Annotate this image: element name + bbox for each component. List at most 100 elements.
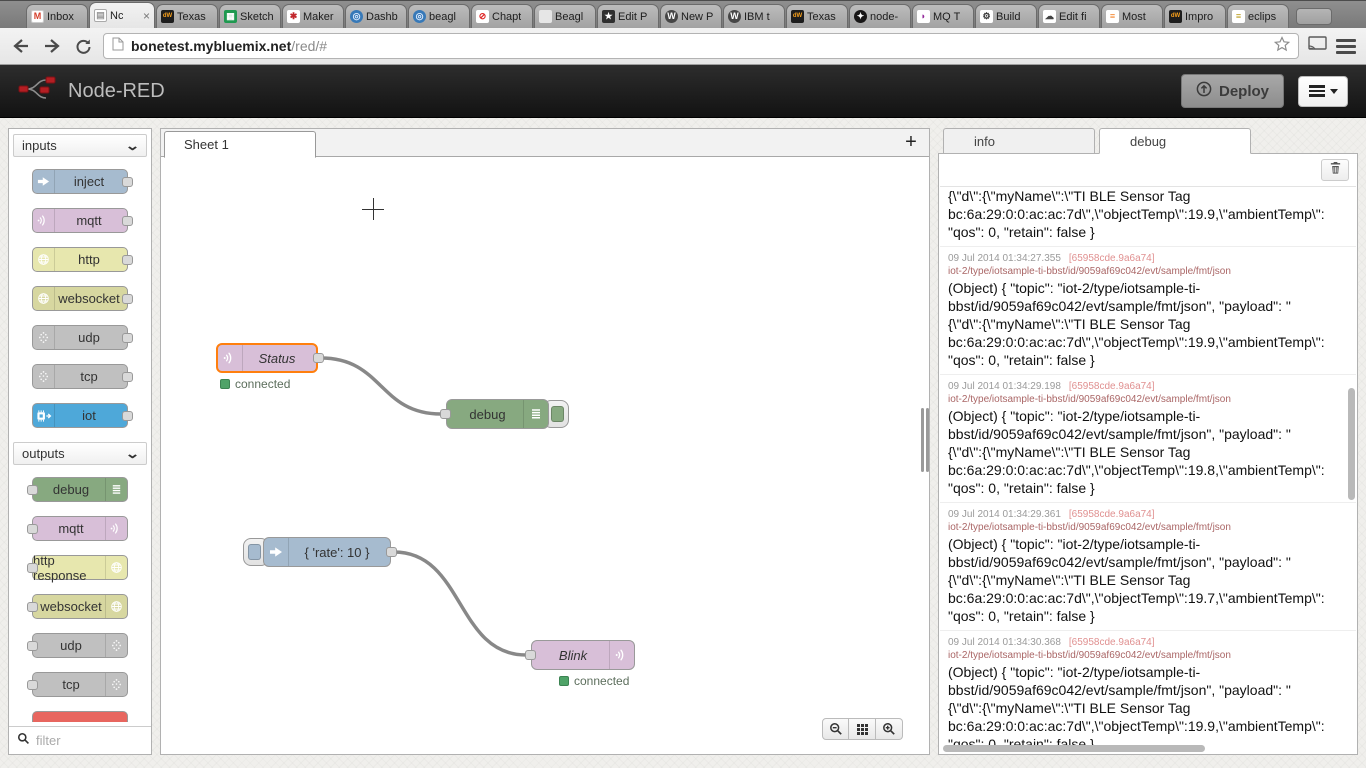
node-label: Status bbox=[259, 351, 296, 366]
sidebar-resize-handle[interactable] bbox=[921, 408, 930, 472]
message-node-id: [65958cde.9a6a74] bbox=[1069, 637, 1155, 648]
browser-tab-most[interactable]: ≡Most bbox=[1101, 4, 1163, 28]
sidebar: infodebug 09 Jul 2014 01:34:26.001[65958… bbox=[938, 128, 1358, 755]
input-port bbox=[27, 485, 38, 495]
browser-tab-build[interactable]: ⚙Build bbox=[975, 4, 1037, 28]
output-port[interactable] bbox=[313, 353, 324, 363]
palette-node-http-response[interactable]: http response bbox=[32, 555, 128, 580]
palette-node-udp[interactable]: udp bbox=[32, 633, 128, 658]
palette-node-websocket[interactable]: websocket bbox=[32, 594, 128, 619]
browser-tab-edit-fi[interactable]: ☁Edit fi bbox=[1038, 4, 1100, 28]
bookmark-star-icon[interactable] bbox=[1274, 36, 1290, 57]
browser-tab-impro[interactable]: dWImpro bbox=[1164, 4, 1226, 28]
new-tab-button[interactable] bbox=[1296, 8, 1332, 25]
tab-title: eclips bbox=[1248, 11, 1276, 23]
palette-section-label: inputs bbox=[22, 138, 57, 153]
browser-tab-texas[interactable]: dWTexas bbox=[156, 4, 218, 28]
palette-node-http[interactable]: http bbox=[32, 247, 128, 272]
palette-node-tcp[interactable]: tcp bbox=[32, 672, 128, 697]
url-domain: bonetest.mybluemix.net bbox=[131, 38, 291, 54]
palette-node-tcp[interactable]: tcp bbox=[32, 364, 128, 389]
browser-tab-eclips[interactable]: ≡eclips bbox=[1227, 4, 1289, 28]
sheets-icon: ▦ bbox=[224, 10, 237, 23]
browser-tab-ibm-t[interactable]: WIBM t bbox=[723, 4, 785, 28]
palette-node-websocket[interactable]: websocket bbox=[32, 286, 128, 311]
message-body: (Object) { "topic": "iot-2/type/iotsampl… bbox=[948, 279, 1348, 369]
tab-close-button[interactable]: × bbox=[143, 10, 150, 22]
flow-node-blink[interactable]: Blink connected bbox=[531, 640, 635, 670]
input-port[interactable] bbox=[440, 409, 451, 419]
dots-icon bbox=[105, 673, 127, 696]
browser-tab-beagl[interactable]: Beagl bbox=[534, 4, 596, 28]
palette-filter-input[interactable] bbox=[36, 733, 136, 748]
add-sheet-button[interactable]: + bbox=[899, 130, 923, 154]
flow-node-inject[interactable]: { 'rate': 10 } bbox=[263, 537, 391, 567]
palette-section-inputs[interactable]: inputs⌄ bbox=[13, 134, 147, 157]
dw-icon: dW bbox=[791, 10, 804, 23]
palette-node-label: debug bbox=[53, 482, 89, 497]
sidebar-tab-debug[interactable]: debug bbox=[1099, 128, 1251, 154]
browser-tab-nc[interactable]: ▤Nc× bbox=[89, 2, 155, 28]
tab-title: node- bbox=[870, 11, 898, 23]
browser-tab-new-p[interactable]: WNew P bbox=[660, 4, 722, 28]
back-button[interactable] bbox=[10, 35, 32, 57]
zoom-out-button[interactable] bbox=[822, 718, 849, 740]
sheet-tab-bar: Sheet 1 + bbox=[161, 129, 929, 157]
clear-debug-button[interactable] bbox=[1321, 159, 1349, 181]
palette-node-udp[interactable]: udp bbox=[32, 325, 128, 350]
browser-tab-beagl[interactable]: ◎beagl bbox=[408, 4, 470, 28]
flow-node-status[interactable]: Status connected bbox=[216, 343, 318, 373]
debug-message: 09 Jul 2014 01:34:29.361[65958cde.9a6a74… bbox=[940, 503, 1356, 631]
vertical-scrollbar[interactable] bbox=[1348, 388, 1355, 500]
palette-node-iot[interactable]: iot bbox=[32, 403, 128, 428]
trash-icon bbox=[1329, 161, 1342, 180]
canvas-area[interactable]: Status connected debug bbox=[161, 157, 929, 754]
input-port[interactable] bbox=[525, 650, 536, 660]
nodered-menu-button[interactable] bbox=[1298, 76, 1348, 107]
deploy-button[interactable]: Deploy bbox=[1181, 74, 1284, 108]
debug-message: 09 Jul 2014 01:34:29.198[65958cde.9a6a74… bbox=[940, 375, 1356, 503]
browser-tab-chapt[interactable]: ⊘Chapt bbox=[471, 4, 533, 28]
palette-node-mqtt[interactable]: mqtt bbox=[32, 208, 128, 233]
wordpress-icon: W bbox=[728, 10, 741, 23]
cloud-icon: ☁ bbox=[1043, 10, 1056, 23]
palette-node-mqtt[interactable]: mqtt bbox=[32, 516, 128, 541]
browser-tab-edit-p[interactable]: ★Edit P bbox=[597, 4, 659, 28]
reload-button[interactable] bbox=[72, 35, 94, 57]
sheet-tab[interactable]: Sheet 1 bbox=[164, 131, 316, 158]
debug-message: 09 Jul 2014 01:34:30.368[65958cde.9a6a74… bbox=[940, 631, 1356, 745]
palette-node-partial[interactable] bbox=[32, 711, 128, 722]
palette-node-label: udp bbox=[78, 330, 100, 345]
zoom-in-button[interactable] bbox=[876, 718, 903, 740]
message-topic: iot-2/type/iotsample-ti-bbst/id/9059af69… bbox=[948, 521, 1348, 535]
input-port bbox=[27, 563, 38, 573]
message-node-id: [65958cde.9a6a74] bbox=[1069, 253, 1155, 264]
browser-tab-inbox[interactable]: MInbox bbox=[26, 4, 88, 28]
palette-node-debug[interactable]: debug bbox=[32, 477, 128, 502]
output-port bbox=[122, 333, 133, 343]
browser-menu-button[interactable] bbox=[1336, 39, 1356, 54]
palette-node-label: udp bbox=[60, 638, 82, 653]
palette-section-outputs[interactable]: outputs⌄ bbox=[13, 442, 147, 465]
zoom-reset-button[interactable] bbox=[849, 718, 876, 740]
browser-tab-sketch[interactable]: ▦Sketch bbox=[219, 4, 281, 28]
address-bar[interactable]: bonetest.mybluemix.net/red/# bbox=[103, 33, 1299, 59]
flow-node-debug[interactable]: debug bbox=[446, 399, 549, 429]
browser-tab-node-[interactable]: ✦node- bbox=[849, 4, 911, 28]
github-icon: ✦ bbox=[854, 10, 867, 23]
browser-tab-mq-t[interactable]: ◗MQ T bbox=[912, 4, 974, 28]
status-dot bbox=[559, 676, 569, 686]
output-port[interactable] bbox=[386, 547, 397, 557]
message-topic: iot-2/type/iotsample-ti-bbst/id/9059af69… bbox=[948, 649, 1348, 663]
browser-tab-maker[interactable]: ✱Maker bbox=[282, 4, 344, 28]
dots-icon bbox=[105, 634, 127, 657]
tab-title: IBM t bbox=[744, 11, 770, 23]
palette-node-inject[interactable]: inject bbox=[32, 169, 128, 194]
tab-title: Chapt bbox=[492, 11, 521, 23]
browser-tab-dashb[interactable]: ◎Dashb bbox=[345, 4, 407, 28]
sidebar-tab-info[interactable]: info bbox=[943, 128, 1095, 154]
cast-icon[interactable] bbox=[1308, 36, 1327, 56]
browser-tab-texas[interactable]: dWTexas bbox=[786, 4, 848, 28]
horizontal-scrollbar[interactable] bbox=[943, 745, 1205, 752]
forward-button[interactable] bbox=[41, 35, 63, 57]
